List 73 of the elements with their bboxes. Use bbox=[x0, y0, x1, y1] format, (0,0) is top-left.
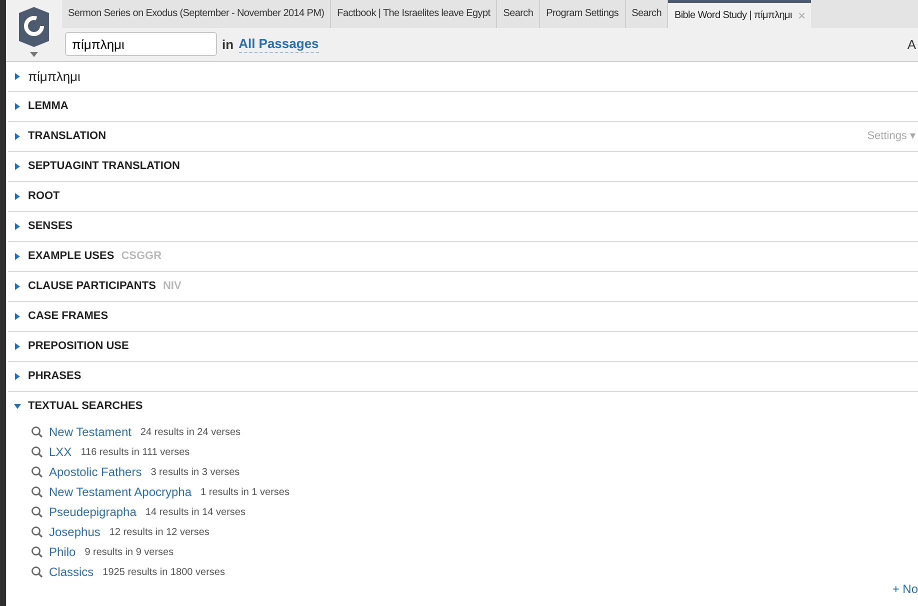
collapsed-triangle-icon bbox=[14, 373, 21, 380]
section-title: TRANSLATION bbox=[28, 129, 106, 144]
tab[interactable]: Factbook | The Israelites leave Egypt bbox=[331, 0, 498, 28]
section-header[interactable]: CASE FRAMES bbox=[8, 302, 918, 331]
tab[interactable]: Search bbox=[497, 0, 540, 28]
search-icon[interactable] bbox=[31, 546, 43, 558]
result-count: 116 results in 111 verses bbox=[80, 446, 190, 460]
result-count: 24 results in 24 verses bbox=[140, 426, 241, 440]
section-title: SEPTUAGINT TRANSLATION bbox=[28, 159, 180, 174]
search-link[interactable]: New Testament Apocrypha bbox=[49, 483, 192, 501]
search-icon[interactable] bbox=[31, 446, 43, 458]
search-link[interactable]: New Testament bbox=[49, 423, 132, 441]
section-header[interactable]: CLAUSE PARTICIPANTS NIV bbox=[8, 272, 918, 301]
expanded-triangle-icon bbox=[14, 403, 21, 410]
tab-label: Bible Word Study | πίμπλημι bbox=[674, 8, 792, 23]
section-header[interactable]: LEMMA bbox=[8, 92, 918, 121]
section-title: CLAUSE PARTICIPANTS bbox=[28, 279, 156, 294]
collapsed-triangle-icon bbox=[14, 163, 21, 170]
section-header[interactable]: TRANSLATION Settings ▾ bbox=[8, 122, 918, 151]
section-header[interactable]: ROOT bbox=[8, 182, 918, 211]
search-icon[interactable] bbox=[31, 566, 43, 578]
section-header[interactable]: PREPOSITION USE bbox=[8, 332, 918, 361]
tab[interactable]: Sermon Series on Exodus (September - November 2014 PM) bbox=[62, 0, 332, 28]
section-header[interactable]: SEPTUAGINT TRANSLATION bbox=[8, 152, 918, 181]
search-link[interactable]: LXX bbox=[49, 443, 72, 461]
section-header[interactable]: EXAMPLE USES CSGGR bbox=[8, 242, 918, 271]
search-icon[interactable] bbox=[31, 506, 43, 518]
collapsed-triangle-icon bbox=[14, 103, 21, 110]
section-title: PREPOSITION USE bbox=[28, 339, 129, 354]
collapsed-triangle-icon bbox=[14, 223, 21, 230]
result-count: 1925 results in 1800 verses bbox=[102, 566, 225, 580]
collapsed-triangle-icon bbox=[14, 193, 21, 200]
section-title: LEMMA bbox=[28, 99, 68, 114]
result-count: 9 results in 9 verses bbox=[84, 546, 174, 560]
result-count: 12 results in 12 verses bbox=[109, 526, 210, 540]
section-title: ROOT bbox=[28, 189, 60, 204]
search-link[interactable]: Philo bbox=[49, 543, 76, 561]
collapsed-triangle-icon bbox=[14, 73, 21, 80]
section-title: PHRASES bbox=[28, 369, 82, 384]
caret-icon[interactable] bbox=[30, 52, 38, 57]
search-link[interactable]: Josephus bbox=[49, 523, 100, 541]
search-icon[interactable] bbox=[31, 526, 43, 538]
search-link[interactable]: Apostolic Fathers bbox=[49, 463, 142, 481]
collapsed-triangle-icon bbox=[14, 313, 21, 320]
collapsed-triangle-icon bbox=[14, 133, 21, 140]
in-label: in bbox=[222, 36, 234, 54]
collapsed-triangle-icon bbox=[14, 283, 21, 290]
search-field[interactable]: πίμπλημι bbox=[65, 32, 217, 56]
new-link[interactable]: + No bbox=[892, 580, 918, 598]
search-link[interactable]: Pseudepigrapha bbox=[49, 503, 136, 521]
search-icon[interactable] bbox=[31, 426, 43, 438]
word-title: πίμπλημι bbox=[28, 68, 80, 86]
section-title: SENSES bbox=[28, 219, 73, 234]
app-logo-icon[interactable] bbox=[17, 7, 51, 47]
toolbar-text: A bbox=[907, 36, 916, 54]
section-header[interactable]: πίμπλημι bbox=[8, 62, 918, 91]
search-icon[interactable] bbox=[31, 486, 43, 498]
section-header[interactable]: TEXTUAL SEARCHES bbox=[8, 392, 918, 421]
search-link[interactable]: Classics bbox=[49, 563, 94, 581]
range-dropdown[interactable]: All Passages bbox=[238, 36, 319, 53]
result-count: 14 results in 14 verses bbox=[145, 506, 246, 520]
search-icon[interactable] bbox=[31, 466, 43, 478]
active-tab[interactable]: Bible Word Study | πίμπλημι × bbox=[668, 0, 812, 28]
collapsed-triangle-icon bbox=[14, 253, 21, 260]
section-title: CASE FRAMES bbox=[28, 309, 108, 324]
collapsed-triangle-icon bbox=[14, 343, 21, 350]
section-title: TEXTUAL SEARCHES bbox=[28, 399, 143, 414]
result-count: 3 results in 3 verses bbox=[150, 466, 240, 480]
section-title: EXAMPLE USES bbox=[28, 249, 114, 264]
section-header[interactable]: PHRASES bbox=[8, 362, 918, 391]
tab[interactable]: Program Settings bbox=[540, 0, 626, 28]
result-count: 1 results in 1 verses bbox=[200, 486, 290, 500]
section-header[interactable]: SENSES bbox=[8, 212, 918, 241]
